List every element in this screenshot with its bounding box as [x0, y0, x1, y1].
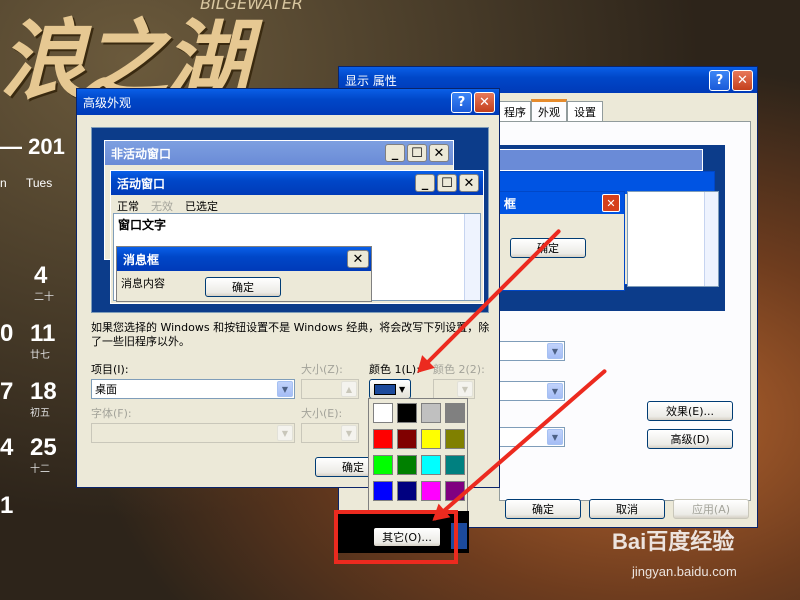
font-size-label: 大小(E):: [301, 407, 343, 420]
calendar-date: 11 廿七: [30, 320, 56, 361]
calendar-year: — 201: [0, 134, 65, 159]
color-swatch[interactable]: [421, 429, 441, 449]
advanced-titlebar[interactable]: 高级外观 ? ✕: [77, 89, 499, 115]
color-swatch[interactable]: [445, 403, 465, 423]
color-swatch[interactable]: [373, 429, 393, 449]
calendar-date: 25 十二: [30, 434, 57, 475]
advanced-button[interactable]: 高级(D): [647, 429, 733, 449]
color-swatch[interactable]: [397, 481, 417, 501]
tab-appearance[interactable]: 外观: [531, 99, 567, 123]
preview-inactive-window: [499, 149, 703, 171]
calendar-day-tue: Tues: [26, 176, 53, 190]
size-label: 大小(Z):: [301, 363, 343, 376]
note-text: 如果您选择的 Windows 和按钮设置不是 Windows 经典，将会改写下列…: [91, 321, 490, 348]
font-label: 字体(F):: [91, 407, 132, 420]
color1-button[interactable]: ▼: [369, 379, 411, 399]
help-button[interactable]: ?: [709, 69, 730, 91]
size-spinner[interactable]: ▲: [301, 379, 359, 399]
effects-button[interactable]: 效果(E)...: [647, 401, 733, 421]
preview-dialog: 框 ✕ 确定: [499, 191, 625, 291]
calendar-date-partial: 4: [0, 434, 14, 461]
wallpaper-subtitle: BILGEWATER: [200, 0, 303, 13]
calendar-date-partial: 1: [0, 492, 14, 519]
color-swatch[interactable]: [397, 429, 417, 449]
help-button[interactable]: ?: [451, 91, 472, 113]
tab-programs[interactable]: 程序: [499, 101, 531, 123]
window-title: 显示 属性: [345, 73, 397, 88]
preview-msgbox: 消息框 ✕ 消息内容 确定: [116, 246, 372, 302]
color2-button[interactable]: ▼: [433, 379, 475, 399]
calendar-date-partial: 7: [0, 378, 14, 405]
window-title: 高级外观: [83, 95, 132, 110]
color-swatch[interactable]: [373, 455, 393, 475]
close-button[interactable]: ✕: [474, 91, 495, 113]
ok-button[interactable]: 确定: [505, 499, 581, 519]
calendar-date: 18 初五: [30, 378, 57, 419]
color-swatch[interactable]: [397, 455, 417, 475]
font-combo[interactable]: ▼: [91, 423, 295, 443]
window-style-combo[interactable]: ▼: [499, 341, 565, 361]
color-swatch[interactable]: [421, 481, 441, 501]
color-swatch[interactable]: [397, 403, 417, 423]
font-size-combo[interactable]: ▼: [301, 423, 359, 443]
item-label: 项目(I):: [91, 363, 129, 376]
tab-settings[interactable]: 设置: [567, 101, 603, 123]
color-swatch[interactable]: [421, 403, 441, 423]
item-combo[interactable]: 桌面 ▼: [91, 379, 295, 399]
calendar-date-partial: 0: [0, 320, 14, 347]
selected-color-swatch: [374, 383, 396, 395]
watermark-url: jingyan.baidu.com: [632, 564, 737, 579]
close-button[interactable]: ✕: [732, 69, 753, 91]
calendar-day-partial: n: [0, 176, 7, 190]
color-swatch[interactable]: [373, 481, 393, 501]
color2-label: 颜色 2(2):: [433, 363, 485, 376]
color-swatch[interactable]: [421, 455, 441, 475]
cancel-button[interactable]: 取消: [589, 499, 665, 519]
color-swatch[interactable]: [373, 403, 393, 423]
tab-strip: 程序 外观 设置: [499, 99, 603, 123]
preview-listbox: [627, 191, 719, 287]
color-swatch[interactable]: [445, 429, 465, 449]
calendar-date: 4 二十: [34, 262, 54, 303]
color-scheme-combo[interactable]: ▼: [499, 381, 565, 401]
watermark-logo: Bai百度经验: [612, 529, 735, 554]
color-swatch[interactable]: [445, 455, 465, 475]
appearance-preview: 非活动窗口 _ ☐ ✕ 活动窗口 _ ☐ ✕ 正常 无效 已选定 窗口文字 消息…: [91, 127, 489, 313]
apply-button[interactable]: 应用(A): [673, 499, 749, 519]
